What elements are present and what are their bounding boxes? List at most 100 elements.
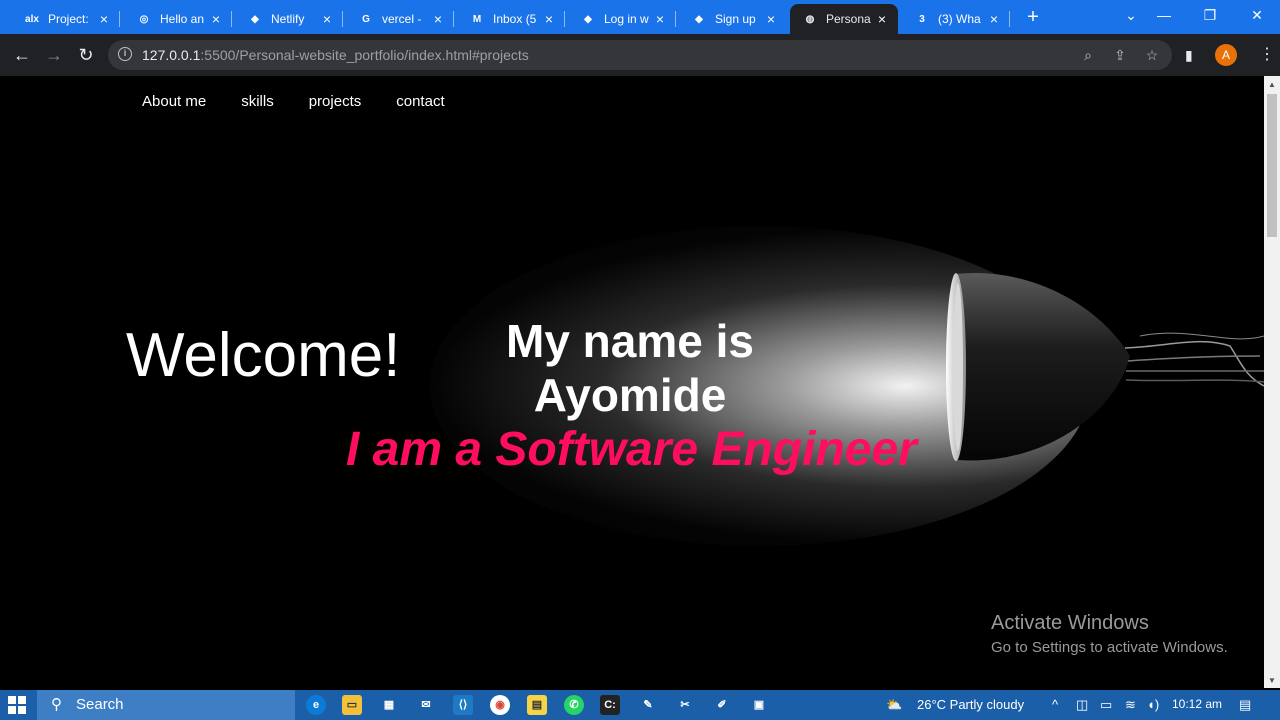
address-bar[interactable]: i 127.0.0.1:5500/Personal-website_portfo… xyxy=(108,40,1172,70)
tab-separator xyxy=(231,11,232,27)
browser-tab[interactable]: ◎ Hello an × xyxy=(124,4,232,34)
chrome-icon[interactable]: ◉ xyxy=(490,695,510,715)
whatsapp-icon: 3 xyxy=(919,13,925,25)
tab-separator xyxy=(1009,11,1010,27)
minimize-icon[interactable]: — xyxy=(1141,0,1187,30)
store-icon[interactable]: ▦ xyxy=(379,695,399,715)
browser-tab[interactable]: 3 (3) Wha × xyxy=(902,4,1010,34)
close-tab-icon[interactable]: × xyxy=(541,11,557,27)
close-tab-icon[interactable]: × xyxy=(96,11,112,27)
windows-start-icon[interactable] xyxy=(8,696,26,714)
browser-menu-icon[interactable]: ⋮ xyxy=(1259,44,1275,66)
welcome-heading: Welcome! xyxy=(126,321,401,390)
browser-tab[interactable]: ◆ Netlify × xyxy=(235,4,343,34)
browser-toolbar: ← → ↻ i 127.0.0.1:5500/Personal-website_… xyxy=(0,34,1280,76)
netlify-icon: ◆ xyxy=(584,13,592,25)
name-line-2: Ayomide xyxy=(533,369,727,421)
restore-icon[interactable]: ❐ xyxy=(1187,0,1233,30)
tab-title: Log in w xyxy=(604,12,649,26)
tab-title: Inbox (5 xyxy=(493,12,537,26)
snipping-tool-icon[interactable]: ✂ xyxy=(675,695,695,715)
scroll-down-arrow-icon[interactable]: ▼ xyxy=(1264,674,1280,688)
scroll-up-arrow-icon[interactable]: ▲ xyxy=(1264,78,1280,92)
share-icon[interactable]: ⇪ xyxy=(1112,47,1128,63)
tab-separator xyxy=(119,11,120,27)
gmail-icon: M xyxy=(472,13,482,25)
close-window-icon[interactable]: ✕ xyxy=(1234,0,1280,30)
new-tab-button[interactable]: + xyxy=(1022,6,1044,28)
photos-icon[interactable]: ▣ xyxy=(749,695,769,715)
browser-tab[interactable]: ◆ Sign up × xyxy=(679,4,787,34)
windows-taskbar: ⚲ Search e ▭ ▦ ✉ ⟨⟩ ◉ ▤ ✆ C: ✎ ✂ ✐ ▣ ⛅ 2… xyxy=(0,690,1280,720)
alx-icon: alx xyxy=(25,13,39,25)
page-viewport: About me skills projects contact Welcome… xyxy=(0,76,1264,688)
close-tab-icon[interactable]: × xyxy=(652,11,668,27)
bookmark-star-icon[interactable]: ☆ xyxy=(1144,47,1160,63)
spotlight-lamp-image xyxy=(946,272,1264,461)
nav-link-about[interactable]: About me xyxy=(142,93,206,110)
browser-tab[interactable]: ◆ Log in w × xyxy=(568,4,676,34)
activate-title: Activate Windows xyxy=(991,612,1149,634)
zoom-icon[interactable]: ⌕ xyxy=(1080,47,1096,63)
openai-icon: ◎ xyxy=(139,13,149,25)
activate-windows-watermark: Activate Windows Go to Settings to activ… xyxy=(991,612,1228,656)
taskbar-search-box[interactable]: ⚲ Search xyxy=(37,690,295,720)
page-scrollbar[interactable]: ▲ ▼ xyxy=(1264,76,1280,688)
tab-strip: alx Project: × ◎ Hello an × ◆ Netlify × Gvercel -… xyxy=(0,0,1280,34)
nav-link-skills[interactable]: skills xyxy=(241,93,274,110)
tab-separator xyxy=(453,11,454,27)
browser-tab[interactable]: Gvercel - × xyxy=(346,4,454,34)
scrollbar-thumb[interactable] xyxy=(1267,94,1277,237)
browser-tab[interactable]: ◍ Persona × xyxy=(790,4,898,34)
app-icon[interactable]: ✎ xyxy=(638,695,658,715)
weather-text[interactable]: 26°C Partly cloudy xyxy=(917,697,1024,712)
forward-button[interactable]: → xyxy=(42,43,66,67)
close-tab-icon[interactable]: × xyxy=(874,11,890,27)
nav-link-projects[interactable]: projects xyxy=(309,93,362,110)
taskbar-search-label: Search xyxy=(76,696,124,713)
close-tab-icon[interactable]: × xyxy=(319,11,335,27)
tab-title: (3) Wha xyxy=(938,12,981,26)
mail-icon[interactable]: ✉ xyxy=(416,695,436,715)
profile-avatar[interactable]: A xyxy=(1215,44,1237,66)
tray-chevron-icon[interactable]: ^ xyxy=(1052,697,1058,712)
wifi-icon[interactable]: ≋ xyxy=(1125,697,1136,713)
clock[interactable]: 10:12 am xyxy=(1172,697,1222,711)
tab-title: Hello an xyxy=(160,12,205,26)
file-explorer-icon[interactable]: ▭ xyxy=(342,695,362,715)
search-icon: ⚲ xyxy=(51,696,62,713)
close-tab-icon[interactable]: × xyxy=(763,11,779,27)
whatsapp-icon[interactable]: ✆ xyxy=(564,695,584,715)
url-text[interactable]: 127.0.0.1:5500/Personal-website_portfoli… xyxy=(142,47,529,63)
globe-icon: ◍ xyxy=(805,13,815,25)
close-tab-icon[interactable]: × xyxy=(430,11,446,27)
terminal-icon[interactable]: C: xyxy=(600,695,620,715)
browser-tab[interactable]: alx Project: × xyxy=(12,4,120,34)
volume-icon[interactable]: ◖) xyxy=(1147,697,1159,712)
tab-separator xyxy=(564,11,565,27)
tray-camera-icon[interactable]: ◫ xyxy=(1076,697,1088,713)
weather-icon[interactable]: ⛅ xyxy=(886,697,902,713)
site-info-icon[interactable]: i xyxy=(118,47,132,61)
tab-title: Project: xyxy=(48,12,89,26)
tab-title: Persona xyxy=(826,12,871,26)
edge-icon[interactable]: e xyxy=(306,695,326,715)
tab-separator xyxy=(342,11,343,27)
notifications-icon[interactable]: ▤ xyxy=(1239,697,1251,713)
close-tab-icon[interactable]: × xyxy=(986,11,1002,27)
tab-title: vercel - xyxy=(382,12,422,26)
name-line-1: My name is xyxy=(506,315,754,367)
back-button[interactable]: ← xyxy=(10,43,34,67)
url-path: :5500/Personal-website_portfolio/index.h… xyxy=(200,47,529,63)
nav-link-contact[interactable]: contact xyxy=(396,93,444,110)
close-tab-icon[interactable]: × xyxy=(208,11,224,27)
vscode-icon[interactable]: ⟨⟩ xyxy=(453,695,473,715)
reload-button[interactable]: ↻ xyxy=(74,43,98,67)
tray-battery-icon[interactable]: ▭ xyxy=(1100,697,1112,713)
notes-icon[interactable]: ▤ xyxy=(527,695,547,715)
side-panel-icon[interactable]: ▮ xyxy=(1185,47,1201,63)
role-tagline: I am a Software Engineer xyxy=(346,423,917,476)
browser-tab[interactable]: M Inbox (5 × xyxy=(457,4,565,34)
google-icon: G xyxy=(362,13,370,25)
paint-icon[interactable]: ✐ xyxy=(712,695,732,715)
